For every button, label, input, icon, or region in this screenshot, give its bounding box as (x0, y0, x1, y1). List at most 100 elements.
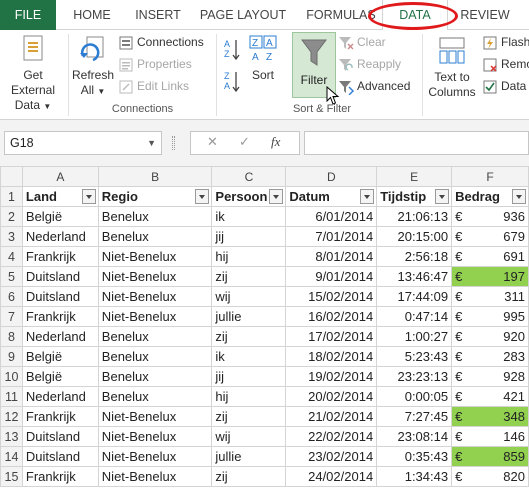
cell-land[interactable]: België (21, 346, 99, 367)
cell-regio[interactable]: Niet-Benelux (97, 466, 213, 487)
cell-tijdstip[interactable]: 21:06:13 (376, 206, 453, 227)
cell-regio[interactable]: Benelux (97, 346, 213, 367)
tab-page-layout[interactable]: PAGE LAYOUT (194, 0, 292, 30)
cell-bedrag[interactable]: €936 (451, 206, 529, 227)
tab-home[interactable]: HOME (62, 0, 122, 30)
refresh-all-button[interactable]: Refresh All ▼ (70, 34, 116, 99)
cell-tijdstip[interactable]: 23:08:14 (376, 426, 453, 447)
properties-button[interactable]: Properties (118, 54, 192, 74)
cell-persoon[interactable]: zij (211, 266, 287, 287)
cell-bedrag[interactable]: €197 (451, 266, 529, 287)
column-header[interactable]: B (97, 166, 213, 187)
enter-icon[interactable]: ✓ (239, 134, 250, 150)
sort-az-icon[interactable]: A Z (222, 36, 242, 66)
name-box[interactable]: G18 ▼ (4, 131, 162, 155)
row-header[interactable]: 5 (0, 266, 23, 287)
cell-persoon[interactable]: hij (211, 246, 287, 267)
cell-land[interactable]: Duitsland (21, 446, 99, 467)
cell-datum[interactable]: 23/02/2014 (285, 446, 378, 467)
cell-bedrag[interactable]: €859 (451, 446, 529, 467)
cell-land[interactable]: Frankrijk (21, 246, 99, 267)
cell-regio[interactable]: Benelux (97, 326, 213, 347)
cell-persoon[interactable]: zij (211, 326, 287, 347)
cell-land[interactable]: Nederland (21, 326, 99, 347)
cell-datum[interactable]: 21/02/2014 (285, 406, 378, 427)
insert-function-icon[interactable]: fx (271, 134, 280, 150)
cell-tijdstip[interactable]: 0:35:43 (376, 446, 453, 467)
cell-tijdstip[interactable]: 7:27:45 (376, 406, 453, 427)
cell-regio[interactable]: Niet-Benelux (97, 246, 213, 267)
sort-za-icon[interactable]: Z A (222, 68, 242, 98)
chevron-down-icon[interactable]: ▼ (147, 132, 156, 154)
header-cell-land[interactable]: Land (21, 186, 99, 207)
cell-regio[interactable]: Benelux (97, 386, 213, 407)
reapply-button[interactable]: Reapply (338, 54, 401, 74)
cell-bedrag[interactable]: €691 (451, 246, 529, 267)
cell-land[interactable]: Frankrijk (21, 306, 99, 327)
cell-regio[interactable]: Niet-Benelux (97, 306, 213, 327)
cell-datum[interactable]: 6/01/2014 (285, 206, 378, 227)
flash-fill-button[interactable]: Flash (482, 32, 529, 52)
clear-filter-button[interactable]: Clear (338, 32, 386, 52)
cell-bedrag[interactable]: €920 (451, 326, 529, 347)
cell-persoon[interactable]: jij (211, 226, 287, 247)
cell-bedrag[interactable]: €311 (451, 286, 529, 307)
column-header[interactable]: E (376, 166, 453, 187)
filter-dropdown-icon[interactable] (360, 189, 375, 204)
cell-land[interactable]: Duitsland (21, 266, 99, 287)
row-header[interactable]: 1 (0, 186, 23, 207)
get-external-data-button[interactable]: Get External Data ▼ (0, 34, 66, 114)
select-all-corner[interactable] (0, 166, 23, 187)
header-cell-regio[interactable]: Regio (97, 186, 213, 207)
cell-tijdstip[interactable]: 1:00:27 (376, 326, 453, 347)
row-header[interactable]: 3 (0, 226, 23, 247)
cell-tijdstip[interactable]: 2:56:18 (376, 246, 453, 267)
cell-tijdstip[interactable]: 0:47:14 (376, 306, 453, 327)
cell-tijdstip[interactable]: 1:34:43 (376, 466, 453, 487)
data-validation-button[interactable]: Data (482, 76, 526, 96)
filter-dropdown-icon[interactable] (512, 189, 526, 204)
cell-datum[interactable]: 7/01/2014 (285, 226, 378, 247)
cell-bedrag[interactable]: €679 (451, 226, 529, 247)
cell-datum[interactable]: 18/02/2014 (285, 346, 378, 367)
cell-tijdstip[interactable]: 5:23:43 (376, 346, 453, 367)
cancel-icon[interactable]: ✕ (207, 134, 218, 150)
cell-bedrag[interactable]: €928 (451, 366, 529, 387)
cell-persoon[interactable]: ik (211, 346, 287, 367)
cell-bedrag[interactable]: €421 (451, 386, 529, 407)
cell-land[interactable]: Duitsland (21, 426, 99, 447)
cell-regio[interactable]: Niet-Benelux (97, 286, 213, 307)
row-header[interactable]: 2 (0, 206, 23, 227)
cell-datum[interactable]: 8/01/2014 (285, 246, 378, 267)
cell-datum[interactable]: 15/02/2014 (285, 286, 378, 307)
cell-datum[interactable]: 16/02/2014 (285, 306, 378, 327)
remove-duplicates-button[interactable]: Remo (482, 54, 529, 74)
cell-land[interactable]: Frankrijk (21, 406, 99, 427)
header-cell-persoon[interactable]: Persoon (211, 186, 287, 207)
row-header[interactable]: 15 (0, 466, 23, 487)
row-header[interactable]: 11 (0, 386, 23, 407)
cell-bedrag[interactable]: €820 (451, 466, 529, 487)
cell-persoon[interactable]: wij (211, 286, 287, 307)
cell-datum[interactable]: 24/02/2014 (285, 466, 378, 487)
edit-links-button[interactable]: Edit Links (118, 76, 189, 96)
cell-tijdstip[interactable]: 17:44:09 (376, 286, 453, 307)
row-header[interactable]: 10 (0, 366, 23, 387)
cell-persoon[interactable]: hij (211, 386, 287, 407)
filter-dropdown-icon[interactable] (195, 189, 210, 204)
column-header[interactable]: D (285, 166, 378, 187)
cell-datum[interactable]: 19/02/2014 (285, 366, 378, 387)
cell-bedrag[interactable]: €146 (451, 426, 529, 447)
cell-regio[interactable]: Benelux (97, 226, 213, 247)
tab-data[interactable]: DATA (382, 0, 448, 31)
cell-land[interactable]: België (21, 206, 99, 227)
cell-land[interactable]: Duitsland (21, 286, 99, 307)
cell-tijdstip[interactable]: 23:23:13 (376, 366, 453, 387)
cell-persoon[interactable]: jullie (211, 446, 287, 467)
cell-regio[interactable]: Benelux (97, 206, 213, 227)
tab-file[interactable]: FILE (0, 0, 56, 30)
connections-button[interactable]: Connections (118, 32, 204, 52)
cell-regio[interactable]: Benelux (97, 366, 213, 387)
tab-insert[interactable]: INSERT (126, 0, 190, 30)
formula-input[interactable] (304, 131, 529, 155)
